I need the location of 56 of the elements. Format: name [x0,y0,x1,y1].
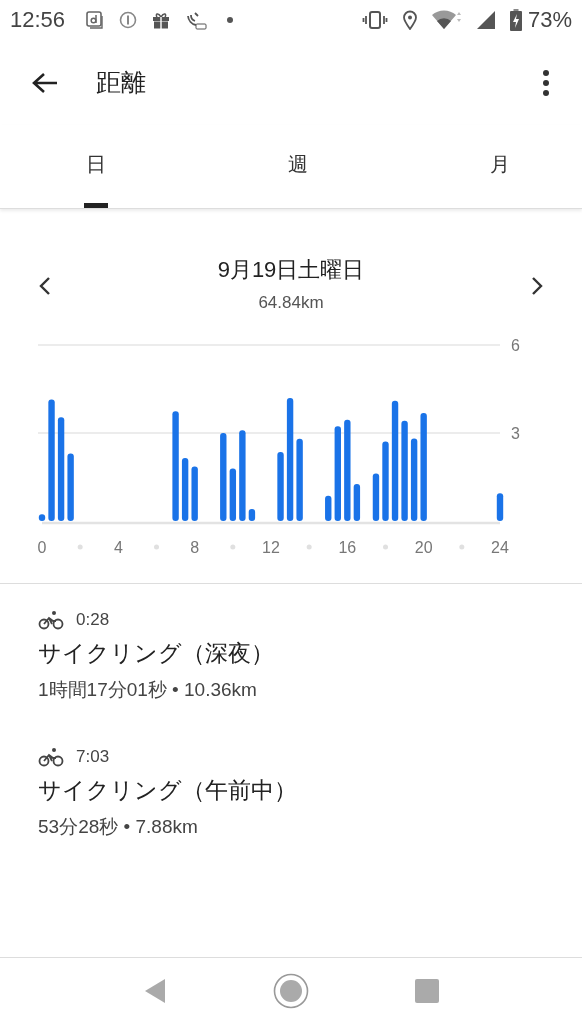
distance-bar [496,493,504,521]
tick-dot [383,544,388,550]
activity-title[interactable]: サイクリング（午前中） [38,775,544,806]
distance-bar [38,514,46,521]
x-tick-label: 16 [338,539,357,556]
activity-title[interactable]: サイクリング（深夜） [38,638,544,669]
signal-icon [475,10,496,30]
x-tick-label: 12 [262,539,280,556]
x-tick-label: 0 [37,539,47,556]
date-label: 9月19日土曜日 [217,256,365,284]
tick-dot [230,544,236,550]
notification-icon [85,10,106,30]
y-tick-label: 6 [511,337,520,354]
battery-charging-icon [509,9,522,31]
x-tick-label: 8 [190,539,200,556]
activity-start-time: 0:28 [76,610,110,630]
vibrate-icon [361,10,388,30]
activity-details: 53分28秒 • 7.88km [38,815,199,839]
distance-bar [181,457,189,521]
next-day-icon[interactable] [530,275,544,297]
distance-bar [248,508,256,521]
activity-start-time: 7:03 [76,747,110,767]
x-tick-label: 20 [414,539,433,556]
screen-title: 距離 [96,67,146,98]
y-tick-label: 3 [511,425,520,442]
x-tick-label: 4 [113,539,123,556]
location-icon [401,10,418,30]
bicycle-icon [38,610,64,630]
tick-dot [306,544,312,550]
period-tab[interactable]: 月 [488,125,512,208]
gift-icon [151,11,172,29]
distance-bar [67,453,74,521]
status-time: 12:56 [10,7,66,33]
period-tab[interactable]: 週 [286,125,310,208]
bicycle-icon [38,747,64,767]
activity-details: 1時間17分01秒 • 10.36km [38,678,258,702]
distance-bar [229,468,237,521]
back-arrow-icon[interactable] [32,71,58,94]
info-icon [119,11,138,29]
more-options-icon[interactable] [542,68,550,97]
battery-percent: 73% [527,7,572,33]
more-notifications-icon [227,17,234,23]
home-nav-icon[interactable] [273,973,309,1009]
distance-bar [191,466,198,521]
tick-dot [459,544,465,550]
total-distance: 64.84km [258,293,324,313]
tick-dot [154,544,159,550]
distance-bar [372,473,380,521]
wifi-icon [431,10,462,30]
distance-bar [325,495,332,521]
period-tab[interactable]: 日 [84,125,108,208]
x-tick-label: 24 [491,539,509,556]
previous-day-icon[interactable] [38,275,52,297]
tick-dot [77,544,83,550]
distance-bar [277,452,284,521]
distance-bar [353,484,361,521]
